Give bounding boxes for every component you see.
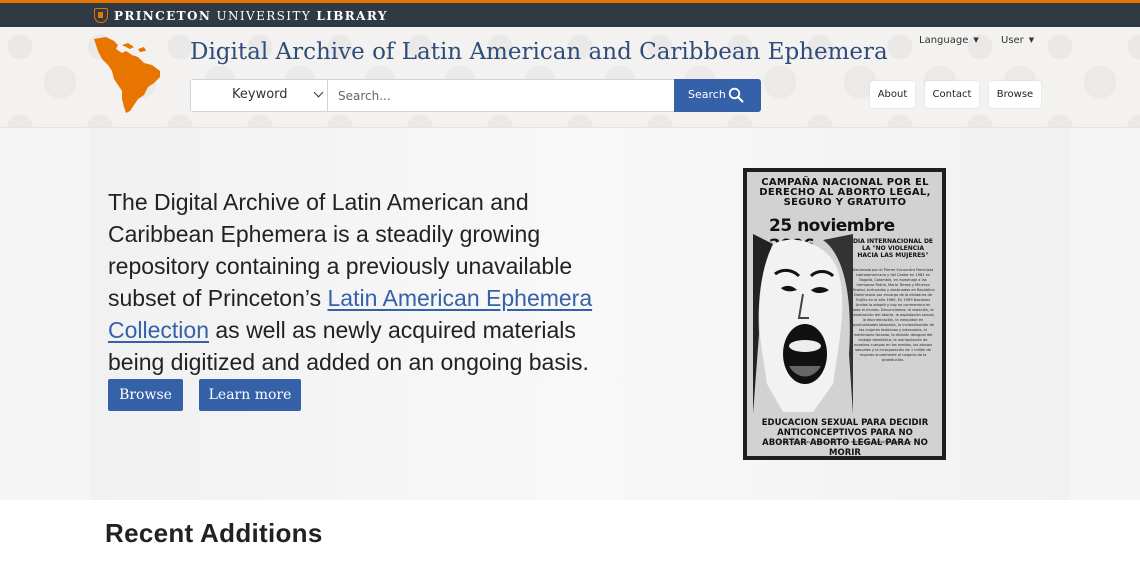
learn-more-button-label: Learn more (208, 387, 292, 403)
library-name-end: LIBRARY (316, 9, 388, 23)
search-icon (728, 87, 744, 103)
nav-about[interactable]: About (870, 81, 915, 108)
hero-section: The Digital Archive of Latin American an… (0, 128, 1140, 500)
hero-description: The Digital Archive of Latin American an… (108, 186, 633, 378)
poster-sheet: CAMPAÑA NACIONAL POR EL DERECHO AL ABORT… (747, 172, 942, 456)
nav-browse-label: Browse (996, 89, 1034, 100)
browse-button[interactable]: Browse (108, 379, 183, 411)
nav-contact-label: Contact (932, 89, 972, 100)
nav-browse[interactable]: Browse (989, 81, 1041, 108)
user-menu-label: User (1001, 35, 1024, 46)
poster-headline: CAMPAÑA NACIONAL POR EL DERECHO AL ABORT… (759, 177, 931, 208)
poster-credit: Grupo Estrategias – Buenos Aires e-mail:… (778, 440, 912, 444)
caret-down-icon: ▼ (1028, 36, 1035, 44)
featured-poster[interactable]: CAMPAÑA NACIONAL POR EL DERECHO AL ABORT… (743, 168, 946, 460)
search-button-label: Search (688, 88, 726, 101)
recent-additions-heading: Recent Additions (105, 518, 323, 548)
nav-contact[interactable]: Contact (925, 81, 979, 108)
user-menu[interactable]: User ▼ (1001, 35, 1034, 46)
caret-down-icon: ▼ (973, 36, 979, 44)
site-title[interactable]: Digital Archive of Latin American and Ca… (190, 39, 888, 65)
search-field-value: Keyword (232, 87, 288, 102)
poster-footer: EDUCACION SEXUAL PARA DECIDIR ANTICONCEP… (755, 418, 935, 456)
browse-button-label: Browse (119, 387, 172, 403)
search-form: Keyword Search (190, 79, 761, 112)
nav-about-label: About (877, 89, 908, 100)
site-header: Digital Archive of Latin American and Ca… (0, 27, 1140, 128)
learn-more-button[interactable]: Learn more (199, 379, 301, 411)
screaming-face-illustration (753, 234, 853, 414)
poster-subhead: DIA INTERNACIONAL DE LA "NO VIOLENCIA HA… (852, 238, 934, 259)
chevron-down-icon (313, 87, 324, 98)
search-button[interactable]: Search (674, 79, 761, 112)
library-name-bold: PRINCETON (114, 9, 212, 23)
search-input[interactable] (328, 80, 674, 111)
search-field-select[interactable]: Keyword (191, 80, 328, 111)
library-name[interactable]: PRINCETON UNIVERSITY LIBRARY (114, 9, 388, 23)
library-name-middle: UNIVERSITY (216, 9, 312, 23)
library-bar: PRINCETON UNIVERSITY LIBRARY (0, 3, 1140, 27)
language-menu-label: Language (919, 35, 969, 46)
poster-body: Declarado por el Primer Encuentro Femini… (851, 268, 935, 362)
language-menu[interactable]: Language ▼ (919, 35, 979, 46)
princeton-shield-icon[interactable] (94, 8, 108, 23)
latin-america-map-icon[interactable] (92, 35, 164, 115)
